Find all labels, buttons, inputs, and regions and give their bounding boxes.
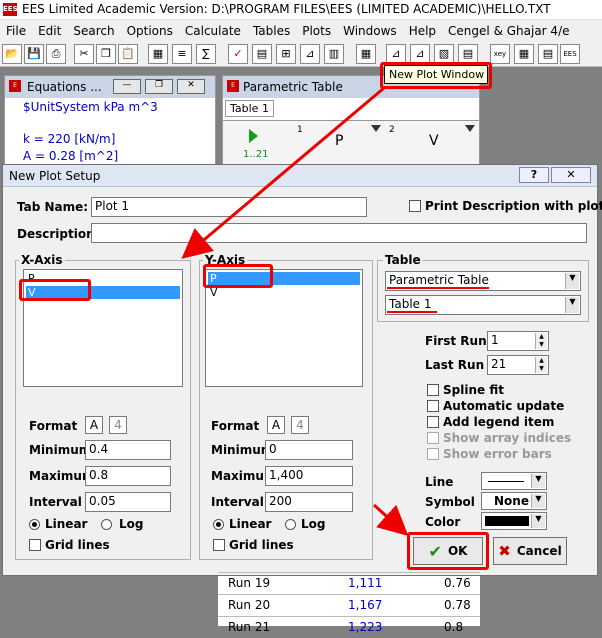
arrow-to-ok — [372, 503, 409, 537]
arrow-to-axes — [181, 86, 385, 259]
annotation-arrows — [181, 86, 409, 537]
